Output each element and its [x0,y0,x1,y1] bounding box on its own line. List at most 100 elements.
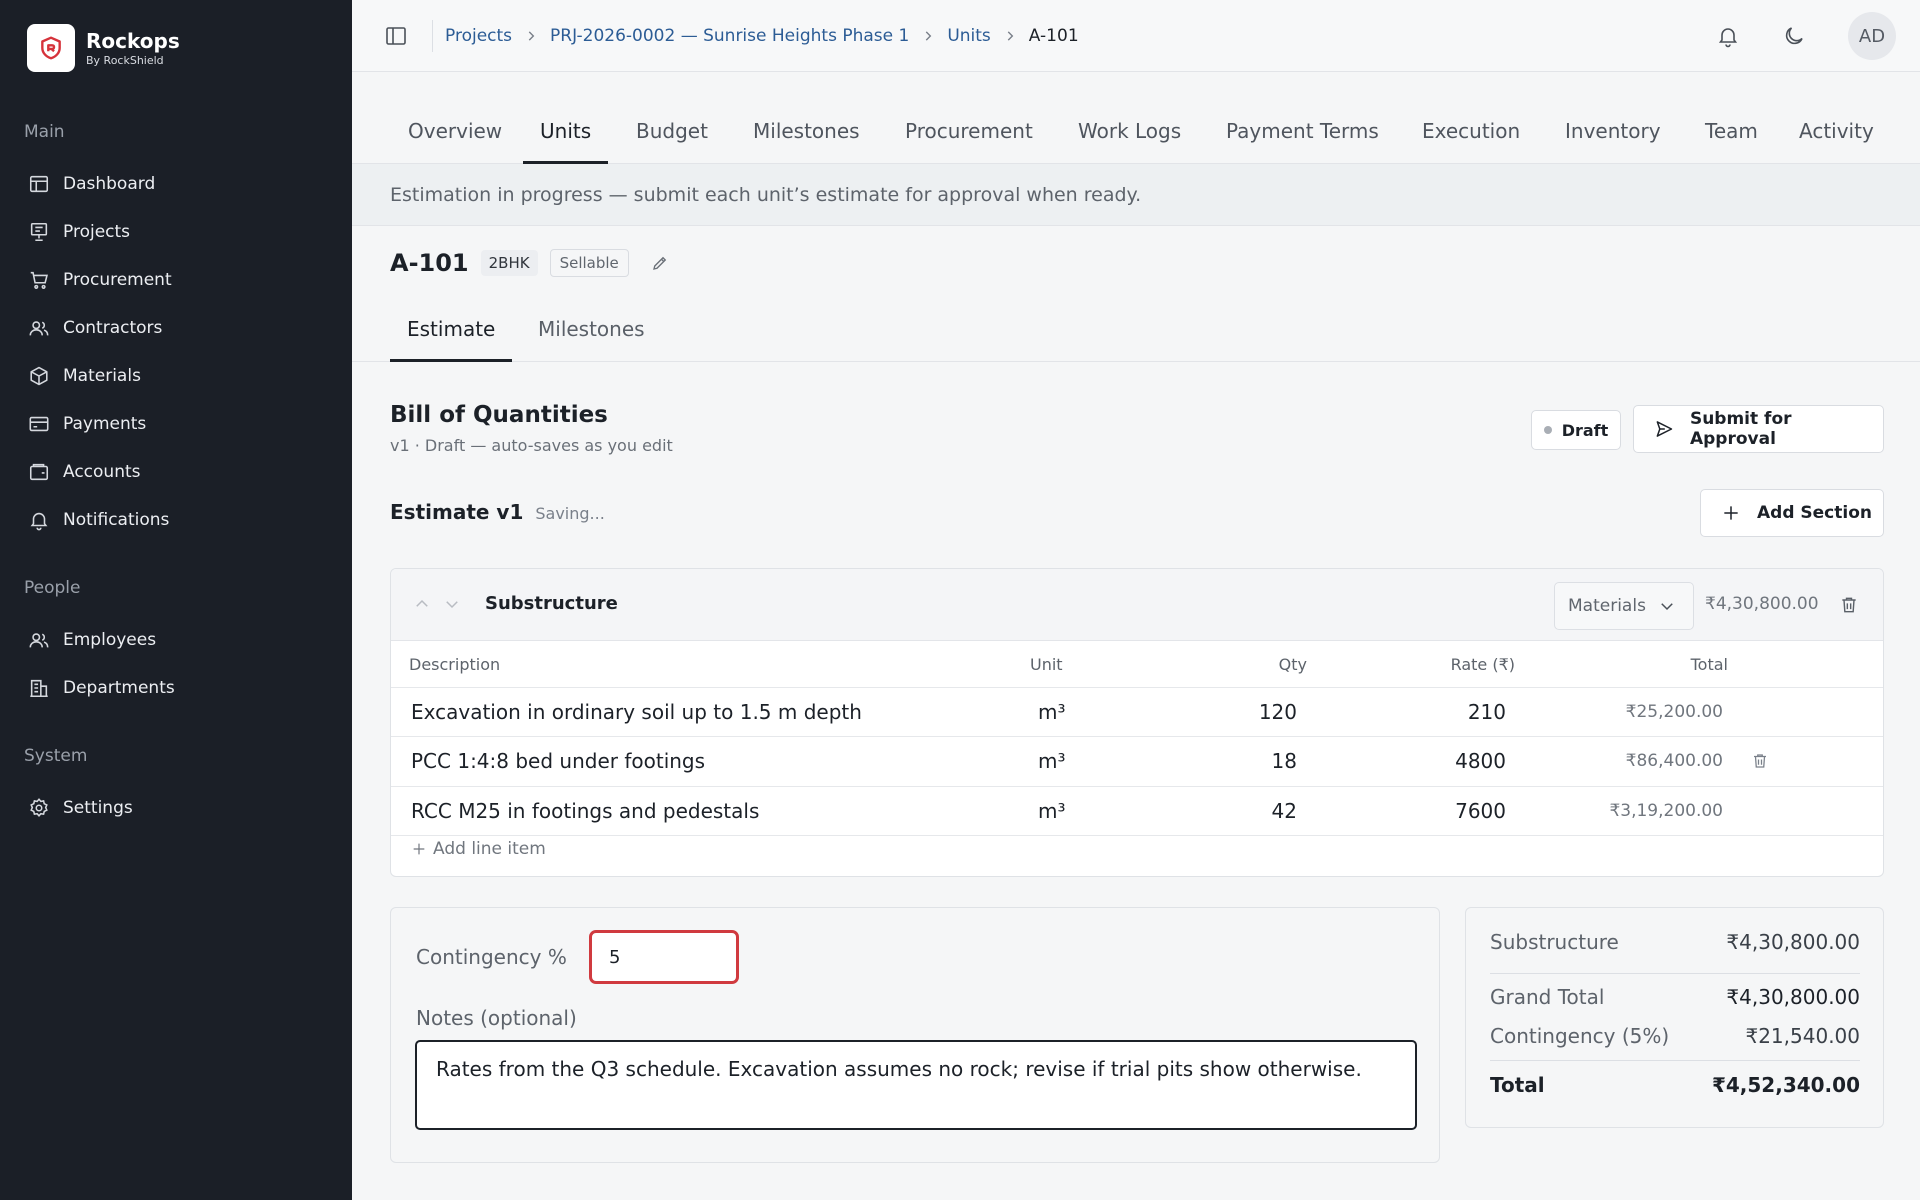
add-line-item-button[interactable]: Add line item [411,839,546,859]
tab-budget[interactable]: Budget [636,100,708,164]
estimate-settings-card: Contingency % Notes (optional) Rates fro… [390,907,1440,1163]
chevron-up-icon[interactable] [413,595,431,613]
divider [1490,973,1860,974]
gear-icon [30,798,48,817]
nav-group-people: People Employees Departments [0,574,352,712]
brand-name: Rockops [86,29,180,53]
sidebar-item-notifications[interactable]: Notifications [0,496,352,544]
category-select[interactable]: Materials [1554,582,1694,630]
sidebar-item-departments[interactable]: Departments [0,664,352,712]
line-rate[interactable]: 210 [1468,700,1506,724]
line-rate[interactable]: 7600 [1455,799,1506,823]
tab-execution[interactable]: Execution [1422,100,1520,164]
sidebar-item-label: Procurement [63,270,172,290]
column-header-unit: Unit [1030,655,1063,674]
line-unit[interactable]: m³ [1038,799,1066,823]
sidebar-item-settings[interactable]: Settings [0,784,352,832]
sidebar-item-projects[interactable]: Projects [0,208,352,256]
project-tabs: Overview Units Budget Milestones Procure… [352,100,1920,164]
line-qty[interactable]: 120 [1259,700,1297,724]
breadcrumb-projects[interactable]: Projects [445,26,512,46]
box-icon [30,366,48,386]
moon-icon[interactable] [1782,24,1806,48]
projects-icon [30,222,48,242]
boq-title: Bill of Quantities [390,402,608,428]
boq-subtitle: v1 · Draft — auto-saves as you edit [390,436,673,455]
tab-units[interactable]: Units [523,100,609,164]
summary-label: Substructure [1490,930,1619,954]
table-row: Excavation in ordinary soil up to 1.5 m … [391,687,1883,736]
submit-for-approval-button[interactable]: Submit for Approval [1633,405,1884,453]
line-qty[interactable]: 18 [1272,749,1297,773]
tab-activity[interactable]: Activity [1799,100,1874,164]
subtab-milestones[interactable]: Milestones [538,306,645,362]
sidebar-item-label: Materials [63,366,141,386]
line-rate[interactable]: 4800 [1455,749,1506,773]
line-total: ₹3,19,200.00 [1609,801,1723,821]
subtab-estimate[interactable]: Estimate [390,306,513,362]
line-description[interactable]: RCC M25 in footings and pedestals [411,799,759,823]
sidebar-item-materials[interactable]: Materials [0,352,352,400]
notes-textarea[interactable]: Rates from the Q3 schedule. Excavation a… [415,1040,1417,1130]
sidebar-item-dashboard[interactable]: Dashboard [0,160,352,208]
sidebar-item-label: Employees [63,630,157,650]
tab-payment-terms[interactable]: Payment Terms [1226,100,1379,164]
brand[interactable]: Rockops By RockShield [27,24,180,72]
tab-overview[interactable]: Overview [408,100,502,164]
sidebar-toggle-icon[interactable] [384,24,408,48]
divider [1490,1060,1860,1061]
tab-milestones[interactable]: Milestones [753,100,860,164]
status-banner: Estimation in progress — submit each uni… [352,164,1920,226]
breadcrumb-units[interactable]: Units [947,26,990,46]
breadcrumb-project[interactable]: PRJ-2026-0002 — Sunrise Heights Phase 1 [550,26,909,46]
line-description[interactable]: PCC 1:4:8 bed under footings [411,749,705,773]
tab-work-logs[interactable]: Work Logs [1078,100,1181,164]
tab-team[interactable]: Team [1705,100,1758,164]
sidebar-item-payments[interactable]: Payments [0,400,352,448]
column-header-qty: Qty [1278,655,1307,674]
wallet-icon [29,463,49,481]
section-name[interactable]: Substructure [485,593,618,614]
dashboard-icon [29,175,49,193]
line-qty[interactable]: 42 [1272,799,1297,823]
summary-label: Total [1490,1073,1545,1097]
line-unit[interactable]: m³ [1038,700,1066,724]
cart-icon [30,271,48,289]
line-total: ₹25,200.00 [1625,702,1723,722]
nav-heading: Main [24,122,65,142]
avatar[interactable]: AD [1848,12,1896,60]
unit-subtabs: Estimate Milestones [352,306,1920,362]
bell-icon[interactable] [1716,24,1740,48]
trash-icon[interactable] [1839,595,1859,615]
breadcrumb-current: A-101 [1028,26,1079,46]
sidebar-item-label: Settings [63,798,133,818]
line-unit[interactable]: m³ [1038,749,1066,773]
trash-icon[interactable] [1751,752,1769,770]
summary-value: ₹4,30,800.00 [1726,985,1860,1009]
chevron-down-icon[interactable] [443,595,461,613]
pencil-icon[interactable] [651,254,669,272]
chevron-right-icon [528,31,535,41]
summary-label: Contingency (5%) [1490,1024,1670,1048]
save-status: Saving... [535,504,605,523]
breadcrumb: Projects PRJ-2026-0002 — Sunrise Heights… [445,22,1079,50]
plus-icon [1724,506,1738,520]
tab-inventory[interactable]: Inventory [1565,100,1661,164]
sidebar-item-employees[interactable]: Employees [0,616,352,664]
sidebar-item-accounts[interactable]: Accounts [0,448,352,496]
divider [432,20,433,52]
line-description[interactable]: Excavation in ordinary soil up to 1.5 m … [411,700,862,724]
unit-type-badge: 2BHK [480,250,538,276]
tab-procurement[interactable]: Procurement [905,100,1033,164]
users-icon [29,321,49,336]
sidebar-item-label: Notifications [63,510,170,530]
sidebar-item-contractors[interactable]: Contractors [0,304,352,352]
add-line-label: Add line item [433,839,546,859]
sidebar-item-procurement[interactable]: Procurement [0,256,352,304]
add-section-button[interactable]: Add Section [1700,489,1884,537]
table-row: RCC M25 in footings and pedestals m³ 42 … [391,786,1883,836]
contingency-input[interactable] [589,930,739,984]
sidebar-item-label: Contractors [63,318,163,338]
brand-sub: By RockShield [86,54,164,67]
summary-value: ₹4,52,340.00 [1711,1073,1860,1097]
